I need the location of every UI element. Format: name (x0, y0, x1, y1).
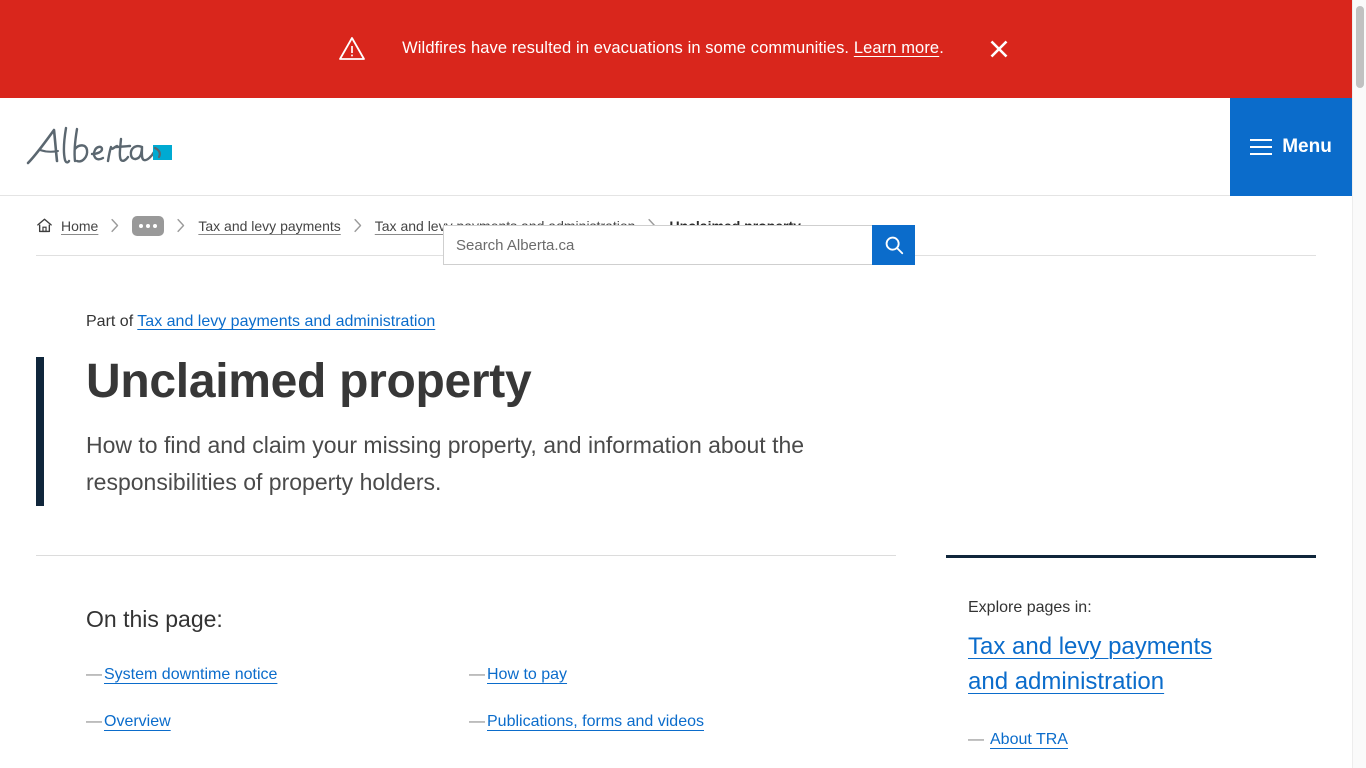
menu-button[interactable]: Menu (1230, 98, 1352, 196)
warning-triangle-icon (338, 35, 366, 63)
emergency-alert-banner: Wildfires have resulted in evacuations i… (0, 0, 1352, 98)
breadcrumb-item-home[interactable]: Home (36, 217, 98, 234)
toc-link[interactable]: How to pay (487, 663, 567, 686)
dash-icon: — (469, 712, 485, 730)
browser-viewport: Wildfires have resulted in evacuations i… (0, 0, 1366, 768)
breadcrumb-link[interactable]: Tax and levy payments (198, 218, 340, 234)
header-search (443, 225, 915, 265)
side-column: Explore pages in: Tax and levy payments … (946, 554, 1316, 768)
menu-button-label: Menu (1282, 136, 1332, 157)
part-of-link[interactable]: Tax and levy payments and administration (137, 313, 435, 330)
hamburger-icon (1250, 139, 1273, 155)
site-header: Menu (0, 98, 1352, 265)
part-of-prefix: Part of (86, 313, 134, 330)
side-nav-link[interactable]: About TRA (990, 728, 1068, 751)
page-root: Wildfires have resulted in evacuations i… (0, 0, 1352, 768)
alert-message: Wildfires have resulted in evacuations i… (402, 38, 944, 59)
on-this-page-heading: On this page: (86, 605, 223, 632)
dash-icon: — (86, 666, 102, 684)
toc-link[interactable]: System downtime notice (104, 663, 277, 686)
dot-icon (139, 223, 144, 228)
title-block: Unclaimed property How to find and claim… (36, 354, 1316, 506)
alert-learn-more-link[interactable]: Learn more (854, 39, 939, 57)
alert-content: Wildfires have resulted in evacuations i… (338, 34, 1014, 64)
main-column: On this page: — System downtime notice —… (36, 554, 896, 768)
page-content: Part of Tax and levy payments and admini… (0, 256, 1352, 768)
content-columns: On this page: — System downtime notice —… (36, 554, 1316, 768)
chevron-right-icon (164, 217, 198, 234)
dash-icon: — (86, 712, 102, 730)
breadcrumb-ellipsis-button[interactable] (132, 215, 165, 236)
home-icon (36, 217, 53, 234)
explore-pages-label: Explore pages in: (968, 598, 1092, 616)
toc-item[interactable]: — How to pay (469, 663, 896, 686)
chevron-right-icon (98, 217, 132, 234)
toc-link[interactable]: Publications, forms and videos (487, 710, 704, 733)
alberta-logo[interactable] (22, 121, 174, 173)
page-title: Unclaimed property (86, 354, 532, 408)
chevron-right-icon (341, 217, 375, 234)
side-nav-item[interactable]: — About TRA (968, 728, 1316, 751)
toc-link[interactable]: Overview (104, 710, 171, 733)
alert-message-suffix: . (939, 39, 944, 58)
hero-section: Part of Tax and levy payments and admini… (36, 256, 1316, 506)
dash-icon: — (968, 730, 984, 748)
dot-icon (146, 223, 151, 228)
side-nav-list: — About TRA (968, 728, 1316, 751)
page-scrollbar[interactable] (1352, 0, 1366, 768)
dash-icon: — (469, 666, 485, 684)
page-description: How to find and claim your missing prope… (86, 432, 805, 495)
breadcrumb-home-link[interactable]: Home (61, 218, 98, 234)
explore-pages-link[interactable]: Tax and levy payments and administration (968, 629, 1258, 700)
toc-item[interactable]: — Publications, forms and videos (469, 710, 896, 733)
search-submit-button[interactable] (872, 225, 915, 265)
search-input[interactable] (443, 225, 872, 265)
dot-icon (153, 223, 158, 228)
part-of-line: Part of Tax and levy payments and admini… (86, 312, 1316, 333)
alert-message-text: Wildfires have resulted in evacuations i… (402, 39, 850, 58)
search-icon (883, 234, 905, 256)
on-this-page-list: — System downtime notice — How to pay — … (86, 663, 896, 732)
toc-item[interactable]: — System downtime notice (86, 663, 469, 686)
breadcrumb-item-tax-levy-payments[interactable]: Tax and levy payments (198, 218, 340, 234)
toc-item[interactable]: — Overview (86, 710, 469, 733)
alert-close-button[interactable] (984, 34, 1014, 64)
scrollbar-thumb[interactable] (1356, 6, 1364, 88)
